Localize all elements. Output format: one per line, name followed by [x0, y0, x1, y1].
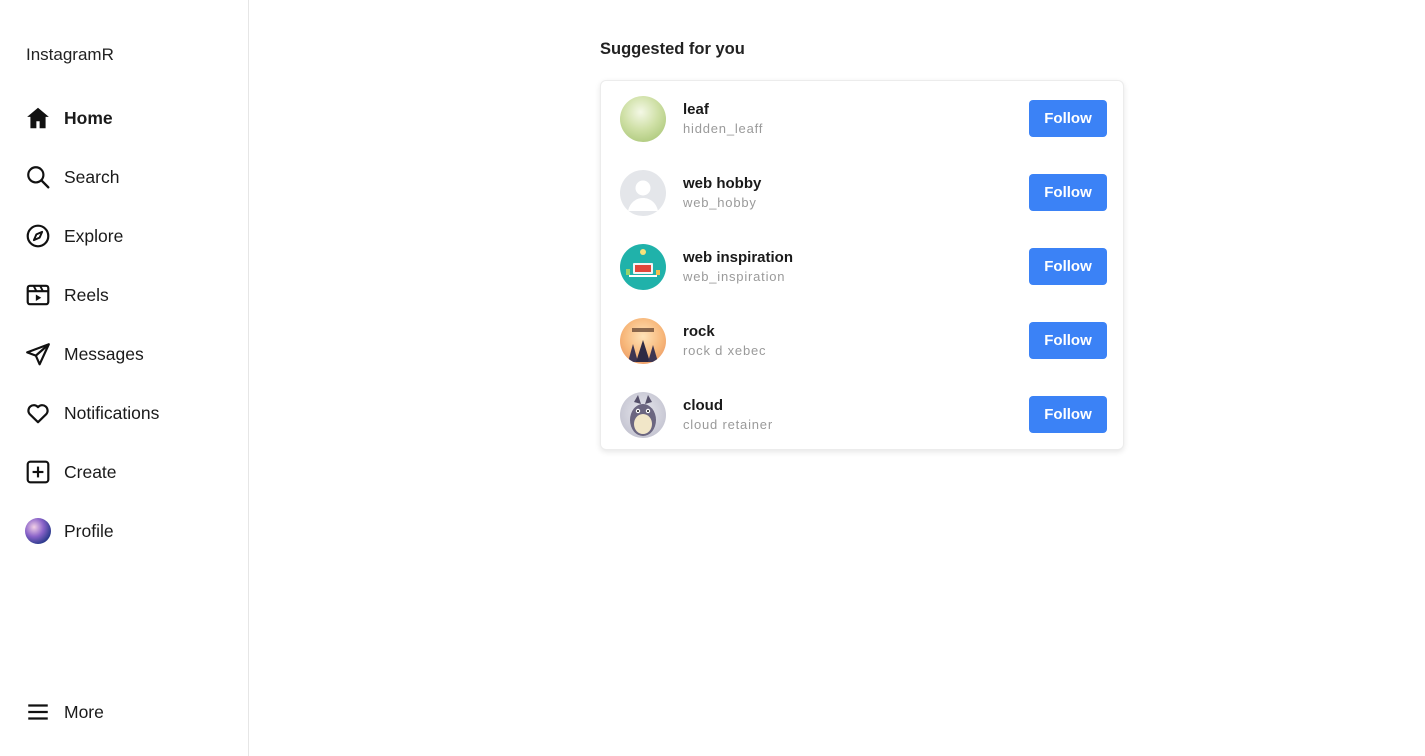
compass-icon: [24, 222, 52, 250]
suggestion-row: web inspiration web_inspiration Follow: [601, 237, 1123, 297]
suggestions-card: leaf hidden_leaff Follow web hobby web_h…: [600, 80, 1124, 450]
user-avatar[interactable]: [620, 170, 666, 216]
plus-square-icon: [24, 458, 52, 486]
rock-illustration-icon: [628, 328, 658, 362]
sidebar-item-explore[interactable]: Explore: [24, 219, 123, 253]
sidebar-item-label: Profile: [64, 520, 114, 541]
sidebar-item-search[interactable]: Search: [24, 160, 119, 194]
sidebar-item-home[interactable]: Home: [24, 101, 113, 135]
user-handle: cloud retainer: [683, 417, 773, 432]
user-name[interactable]: cloud: [683, 397, 723, 414]
sidebar: InstagramR Home Search Explore Reels Mes…: [0, 0, 249, 756]
sidebar-item-label: Search: [64, 166, 120, 187]
follow-button[interactable]: Follow: [1029, 174, 1107, 211]
heart-icon: [24, 399, 52, 427]
sidebar-item-label: More: [64, 701, 104, 722]
sidebar-item-create[interactable]: Create: [24, 455, 117, 489]
workspace-illustration-icon: [626, 249, 660, 277]
user-avatar[interactable]: [620, 392, 666, 438]
user-handle: rock d xebec: [683, 343, 767, 358]
default-user-icon: [628, 180, 658, 211]
sidebar-item-label: Messages: [64, 343, 144, 364]
home-icon: [24, 104, 52, 132]
follow-button[interactable]: Follow: [1029, 322, 1107, 359]
app-root: InstagramR Home Search Explore Reels Mes…: [0, 0, 1425, 756]
avatar: [24, 517, 52, 545]
user-name[interactable]: web hobby: [683, 175, 761, 192]
sidebar-item-label: Create: [64, 461, 117, 482]
send-icon: [24, 340, 52, 368]
user-handle: web_inspiration: [683, 269, 786, 284]
user-avatar[interactable]: [620, 96, 666, 142]
sidebar-item-notifications[interactable]: Notifications: [24, 396, 159, 430]
search-icon: [24, 163, 52, 191]
user-avatar[interactable]: [620, 318, 666, 364]
sidebar-item-messages[interactable]: Messages: [24, 337, 144, 371]
reels-icon: [24, 281, 52, 309]
brand-logo[interactable]: InstagramR: [26, 45, 114, 65]
user-handle: hidden_leaff: [683, 121, 764, 136]
suggestion-row: cloud cloud retainer Follow: [601, 385, 1123, 445]
user-avatar[interactable]: [620, 244, 666, 290]
follow-button[interactable]: Follow: [1029, 248, 1107, 285]
follow-button[interactable]: Follow: [1029, 100, 1107, 137]
user-name[interactable]: leaf: [683, 101, 709, 118]
suggestion-row: web hobby web_hobby Follow: [601, 163, 1123, 223]
sidebar-item-label: Notifications: [64, 402, 160, 423]
suggested-title: Suggested for you: [600, 40, 745, 58]
suggestion-row: rock rock d xebec Follow: [601, 311, 1123, 371]
sidebar-item-label: Reels: [64, 284, 109, 305]
sidebar-item-label: Explore: [64, 225, 124, 246]
follow-button[interactable]: Follow: [1029, 396, 1107, 433]
user-name[interactable]: web inspiration: [683, 249, 793, 266]
profile-avatar: [25, 518, 51, 544]
user-name[interactable]: rock: [683, 323, 715, 340]
creature-illustration-icon: [630, 395, 656, 436]
sidebar-item-more[interactable]: More: [24, 695, 104, 729]
sidebar-item-reels[interactable]: Reels: [24, 278, 109, 312]
sidebar-item-profile[interactable]: Profile: [24, 514, 114, 548]
menu-icon: [24, 698, 52, 726]
suggestion-row: leaf hidden_leaff Follow: [601, 89, 1123, 149]
sidebar-item-label: Home: [64, 107, 113, 128]
user-handle: web_hobby: [683, 195, 757, 210]
